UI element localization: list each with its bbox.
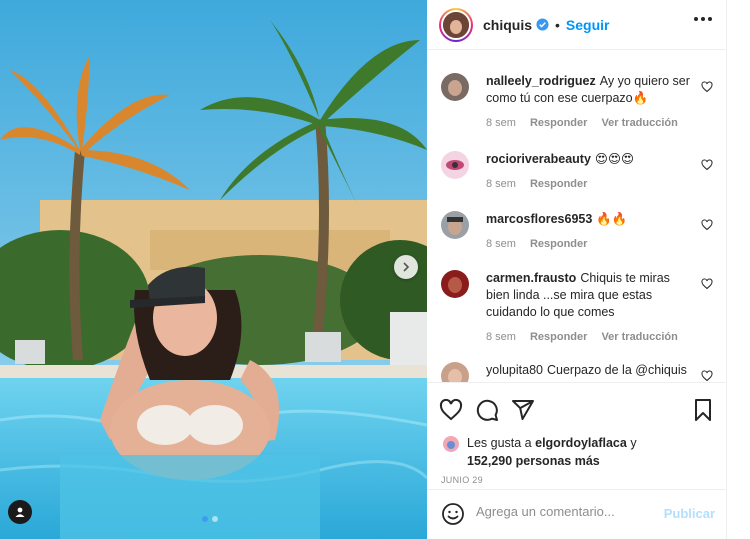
carousel-dot: [212, 516, 218, 522]
likes-count[interactable]: 152,290 personas más: [467, 452, 721, 470]
post-actions-bar: [427, 382, 727, 438]
comment-time[interactable]: 8 sem: [486, 238, 516, 250]
pool-photo: [0, 0, 427, 539]
comment-input[interactable]: [476, 504, 656, 519]
commenter-username[interactable]: marcosflores6953: [486, 212, 592, 226]
bookmark-icon[interactable]: [691, 398, 715, 422]
header-separator: •: [555, 16, 560, 33]
reply-button[interactable]: Responder: [530, 178, 587, 190]
liker-username[interactable]: elgordoylaflaca: [535, 436, 627, 450]
emoji-icon[interactable]: [441, 502, 465, 526]
comment-like-heart-icon[interactable]: [701, 370, 713, 382]
more-options-icon: [694, 17, 698, 21]
commenter-avatar[interactable]: [441, 270, 469, 298]
reply-button[interactable]: Responder: [530, 331, 587, 343]
commenter-avatar[interactable]: [441, 73, 469, 101]
comment-item: yolupita80 Cuerpazo de la @chiquis: [441, 362, 727, 382]
post-sidebar: chiquis • Seguir nalleely_rodriguez Ay yo…: [427, 0, 727, 539]
commenter-username[interactable]: rocioriverabeauty: [486, 152, 591, 166]
commenter-avatar[interactable]: [441, 211, 469, 239]
comments-list[interactable]: nalleely_rodriguez Ay yo quiero ser como …: [427, 51, 727, 382]
commenter-avatar[interactable]: [441, 362, 469, 382]
comment-item: rocioriverabeauty 😍😍😍 8 sem Responder: [441, 151, 727, 190]
more-options-button[interactable]: [694, 17, 712, 21]
post-date[interactable]: JUNIO 29: [441, 475, 483, 485]
comment-time[interactable]: 8 sem: [486, 117, 516, 129]
comment-like-heart-icon[interactable]: [701, 81, 713, 93]
author-avatar-photo: [441, 9, 471, 40]
comment-time[interactable]: 8 sem: [486, 331, 516, 343]
follow-button[interactable]: Seguir: [566, 17, 610, 33]
chevron-right-icon: [403, 262, 410, 272]
likes-connector: y: [630, 436, 637, 450]
heart-icon[interactable]: [439, 398, 463, 422]
author-avatar[interactable]: [439, 7, 473, 42]
comment-item: nalleely_rodriguez Ay yo quiero ser como …: [441, 73, 727, 129]
comment-text: 🔥🔥: [596, 212, 628, 226]
verified-badge-icon: [536, 18, 549, 31]
liker-avatar[interactable]: [443, 436, 459, 452]
user-tag-icon: [15, 507, 25, 517]
comment-icon[interactable]: [475, 398, 499, 422]
comment-like-heart-icon[interactable]: [701, 219, 713, 231]
carousel-dot-active: [202, 516, 208, 522]
tagged-users-button[interactable]: [8, 500, 32, 524]
translate-button[interactable]: Ver traducción: [601, 331, 677, 343]
commenter-avatar[interactable]: [441, 151, 469, 179]
likes-prefix: Les gusta a: [467, 436, 532, 450]
commenter-username[interactable]: nalleely_rodriguez: [486, 74, 596, 88]
next-image-button[interactable]: [394, 255, 418, 279]
comment-text: 😍😍😍: [594, 152, 635, 166]
comment-like-heart-icon[interactable]: [701, 278, 713, 290]
author-username[interactable]: chiquis: [483, 17, 532, 33]
carousel-indicator: [202, 516, 218, 522]
commenter-username[interactable]: carmen.frausto: [486, 271, 576, 285]
publish-button[interactable]: Publicar: [664, 506, 715, 521]
reply-button[interactable]: Responder: [530, 117, 587, 129]
likes-summary[interactable]: Les gusta a elgordoylaflaca y 152,290 pe…: [441, 434, 721, 470]
comment-like-heart-icon[interactable]: [701, 159, 713, 171]
reply-button[interactable]: Responder: [530, 238, 587, 250]
comment-text: Cuerpazo de la @chiquis: [547, 363, 687, 377]
share-icon[interactable]: [511, 398, 535, 422]
post-image[interactable]: [0, 0, 427, 539]
translate-button[interactable]: Ver traducción: [601, 117, 677, 129]
comment-item: marcosflores6953 🔥🔥 8 sem Responder: [441, 211, 727, 250]
comment-composer: Publicar: [427, 489, 727, 539]
commenter-username[interactable]: yolupita80: [486, 363, 543, 377]
post-header: chiquis • Seguir: [427, 0, 726, 50]
comment-time[interactable]: 8 sem: [486, 178, 516, 190]
comment-item: carmen.frausto Chiquis te miras bien lind…: [441, 270, 727, 343]
